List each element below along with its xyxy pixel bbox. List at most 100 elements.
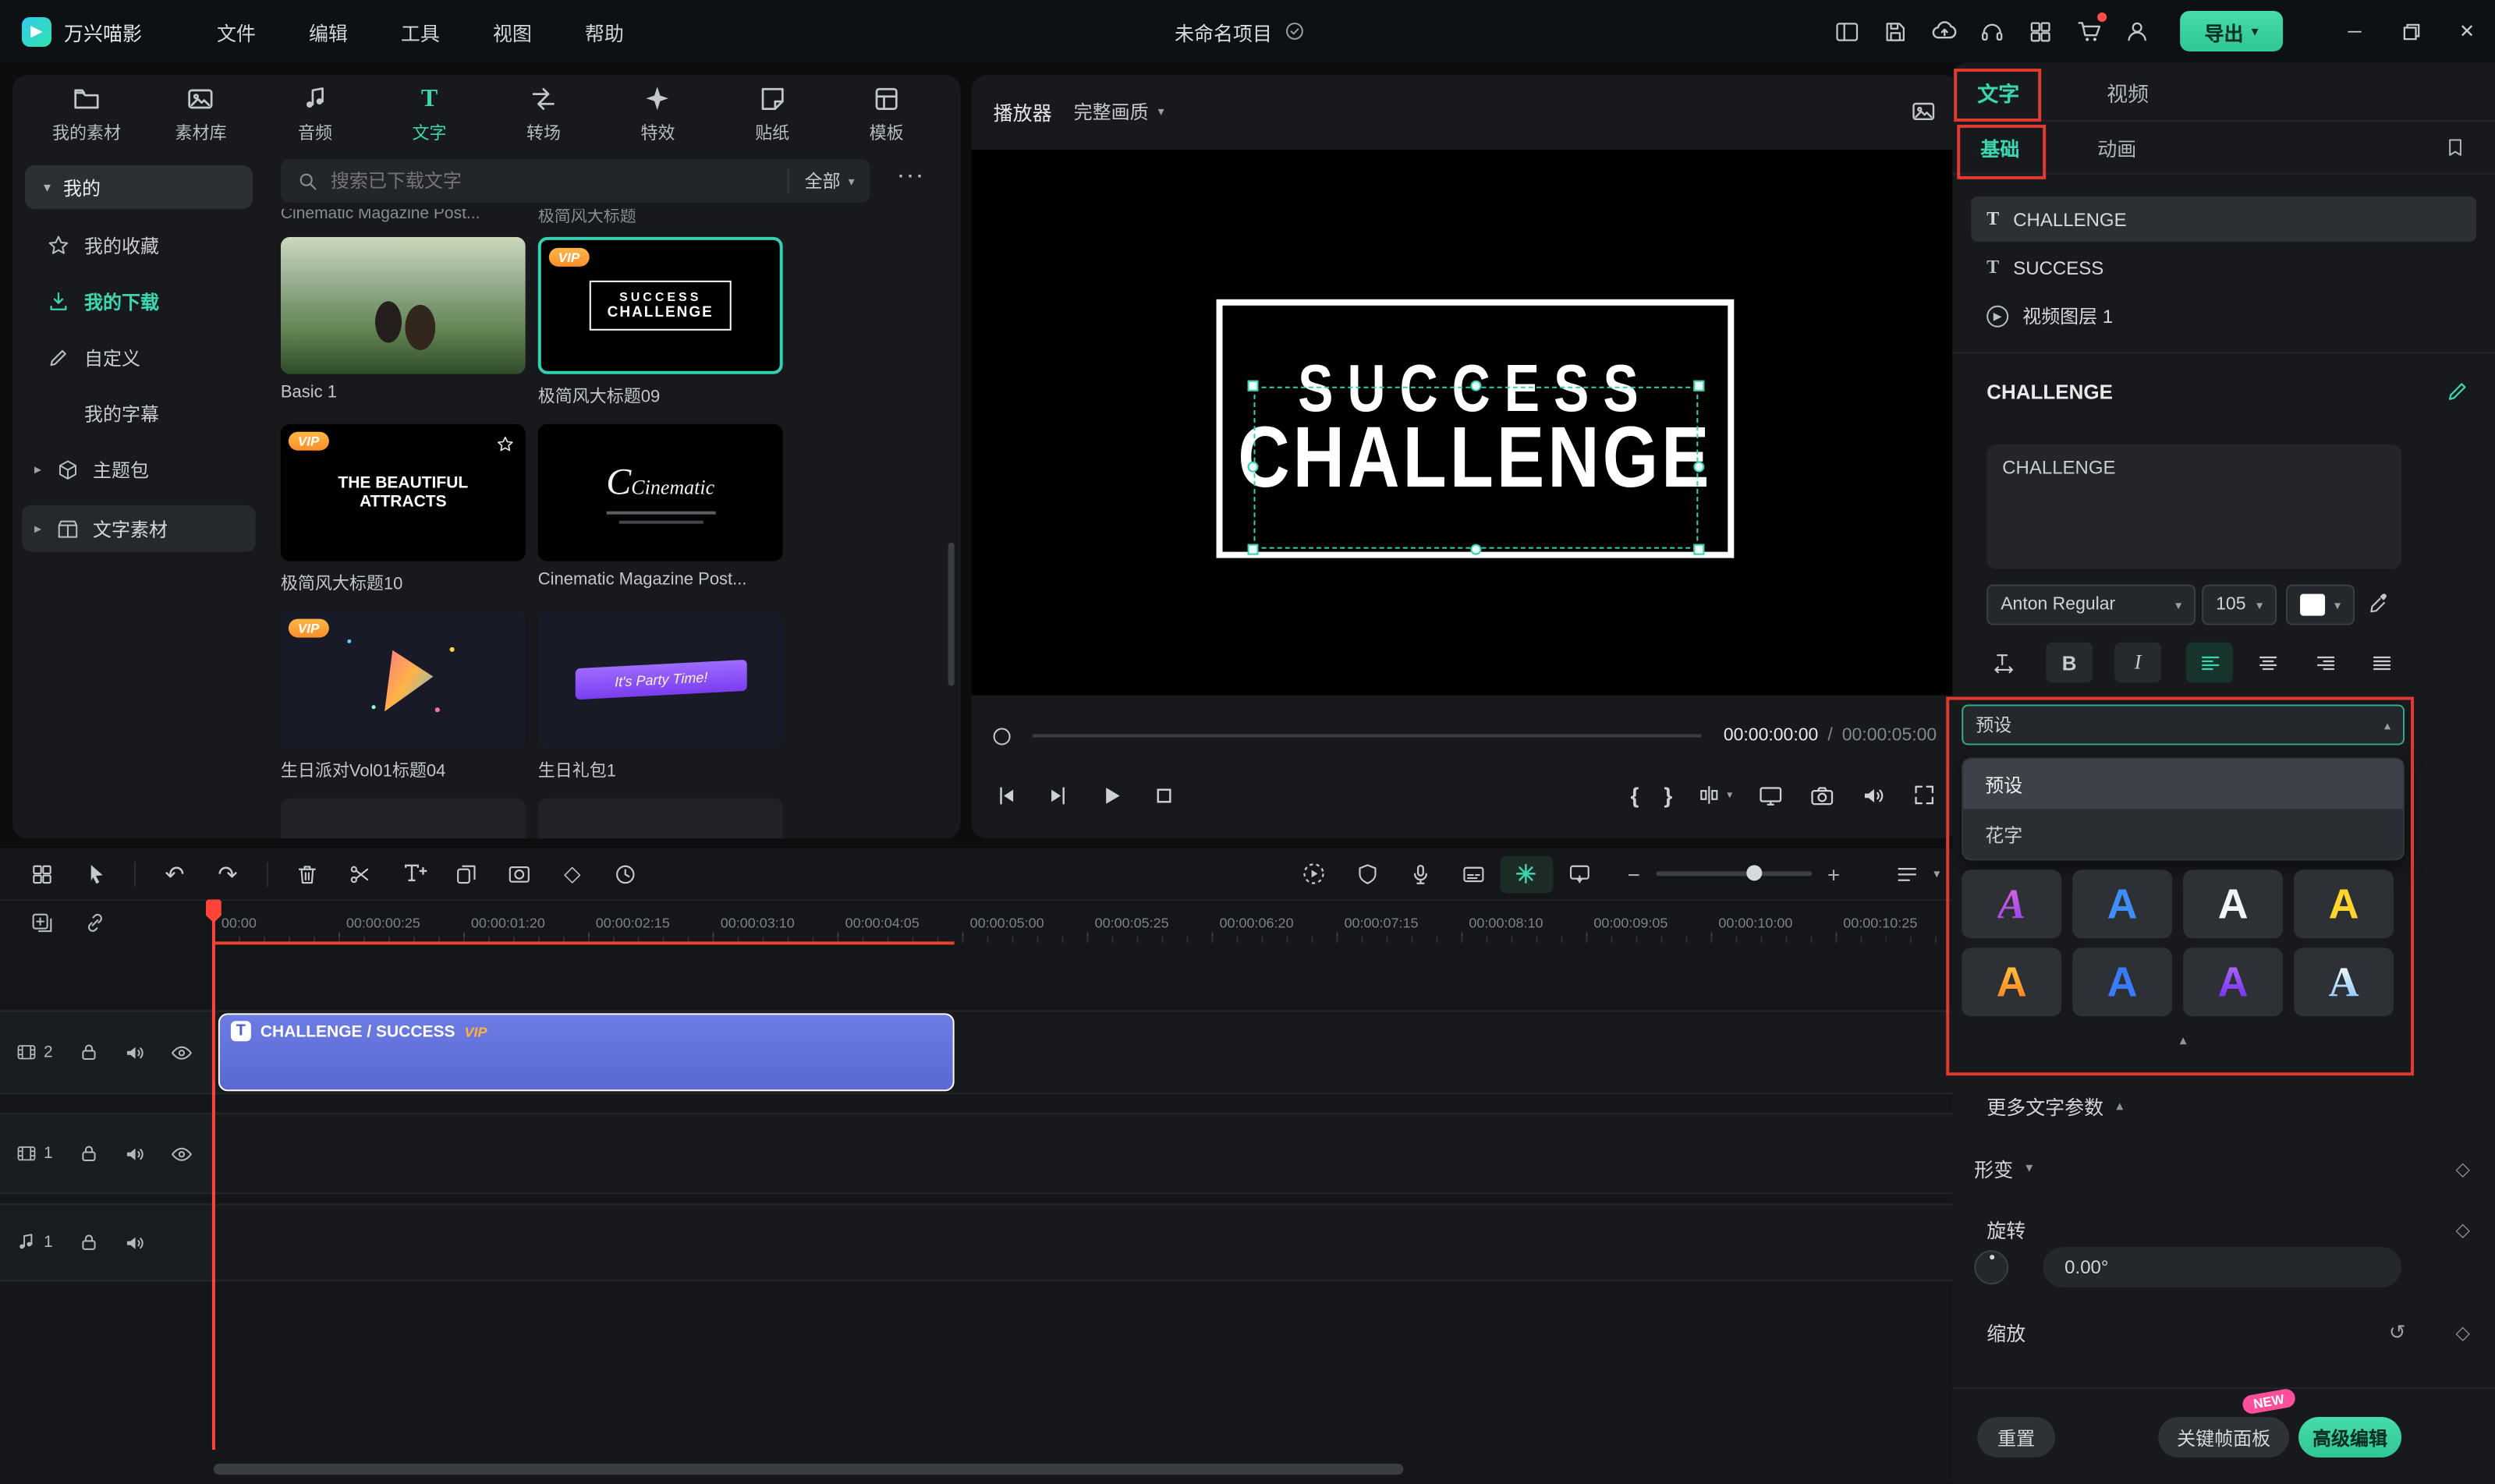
transform-keyframe-icon[interactable]: ◇ bbox=[2456, 1157, 2470, 1179]
scrubber-track[interactable] bbox=[1033, 735, 1702, 738]
sidebar-item-my-subtitles[interactable]: 我的字幕 bbox=[12, 390, 265, 437]
marker-shield-icon[interactable] bbox=[1341, 861, 1394, 886]
track-lane-video1[interactable] bbox=[214, 1113, 1962, 1194]
sidebar-item-downloads[interactable]: 我的下载 bbox=[12, 278, 265, 324]
export-dropdown-icon[interactable]: ▾ bbox=[2252, 23, 2259, 40]
display-mode-icon[interactable] bbox=[1757, 781, 1784, 808]
auto-beat-icon[interactable] bbox=[1500, 855, 1553, 892]
resize-handle-nw[interactable] bbox=[1248, 381, 1259, 391]
media-view-toggle-icon[interactable] bbox=[16, 861, 69, 886]
keyframe-diamond-icon[interactable]: ◇ bbox=[546, 860, 599, 887]
export-button[interactable]: 导出 ▾ bbox=[2180, 11, 2283, 51]
account-icon[interactable] bbox=[2113, 18, 2161, 44]
zoom-slider[interactable] bbox=[1656, 871, 1812, 876]
tab-video[interactable]: 视频 bbox=[2107, 76, 2149, 107]
rotate-value-input[interactable]: 0.00° bbox=[2043, 1247, 2401, 1287]
add-track-icon[interactable] bbox=[19, 910, 66, 935]
store-cart-icon[interactable] bbox=[2064, 17, 2113, 45]
media-item-partial[interactable] bbox=[538, 798, 783, 838]
media-tab-text[interactable]: T文字 bbox=[374, 83, 485, 144]
filter-dropdown[interactable]: 全部▾ bbox=[788, 168, 855, 193]
media-tab-templates[interactable]: 模板 bbox=[831, 83, 942, 144]
menu-file[interactable]: 文件 bbox=[217, 16, 256, 46]
menu-help[interactable]: 帮助 bbox=[585, 16, 624, 46]
next-frame-button[interactable] bbox=[1045, 781, 1072, 808]
preset-tile[interactable]: A bbox=[2183, 947, 2283, 1016]
delete-icon[interactable] bbox=[281, 861, 334, 886]
add-text-icon[interactable] bbox=[387, 860, 440, 887]
selection-bounding-box[interactable] bbox=[1254, 387, 1699, 549]
subtab-animation[interactable]: 动画 bbox=[2097, 133, 2136, 162]
layout-icon[interactable] bbox=[1823, 18, 1871, 44]
media-item-basic1[interactable] bbox=[281, 237, 526, 374]
timeline-clip-text[interactable]: T CHALLENGE / SUCCESS VIP bbox=[218, 1013, 955, 1091]
preset-dropdown[interactable]: 预设▴ bbox=[1962, 705, 2405, 746]
align-center-button[interactable] bbox=[2244, 643, 2291, 683]
reset-button[interactable]: 重置 bbox=[1977, 1417, 2055, 1457]
track-visibility-icon[interactable] bbox=[159, 1040, 206, 1064]
more-text-params-toggle[interactable]: 更多文字参数 ▴ bbox=[1986, 1091, 2123, 1121]
font-size-dropdown[interactable]: 105▾ bbox=[2202, 585, 2277, 625]
playhead-line[interactable] bbox=[212, 904, 215, 1450]
stop-button[interactable] bbox=[1151, 781, 1178, 808]
render-preview-icon[interactable] bbox=[1288, 860, 1341, 887]
media-item-title09[interactable]: VIP SUCCESS CHALLENGE bbox=[538, 237, 783, 374]
quality-dropdown[interactable]: 完整画质▾ bbox=[1074, 97, 1164, 124]
zoom-out-icon[interactable]: − bbox=[1628, 861, 1640, 886]
support-headset-icon[interactable] bbox=[1968, 18, 2016, 44]
track-manager-icon[interactable] bbox=[1880, 861, 1933, 886]
preset-tile[interactable]: A bbox=[1962, 947, 2061, 1016]
window-close-button[interactable]: ✕ bbox=[2439, 0, 2495, 62]
search-input[interactable] bbox=[331, 170, 775, 192]
align-right-button[interactable] bbox=[2302, 643, 2348, 683]
timeline-ruler[interactable]: 00:00 00:00:00:25 00:00:01:20 00:00:02:1… bbox=[0, 904, 1962, 944]
copy-icon[interactable] bbox=[440, 861, 493, 886]
select-tool-icon[interactable] bbox=[69, 862, 122, 885]
media-item-gift[interactable]: It's Party Time! bbox=[538, 611, 783, 749]
undo-icon[interactable]: ↶ bbox=[148, 859, 201, 887]
subtitle-icon[interactable] bbox=[1447, 861, 1500, 886]
preset-collapse-button[interactable]: ▴ bbox=[1962, 1029, 2405, 1050]
resize-handle-s[interactable] bbox=[1469, 544, 1480, 555]
media-tab-effects[interactable]: 特效 bbox=[603, 83, 714, 144]
layer-row-success[interactable]: T SUCCESS bbox=[1971, 245, 2476, 290]
zoom-in-icon[interactable]: + bbox=[1827, 861, 1840, 886]
media-tab-stickers[interactable]: 贴纸 bbox=[717, 83, 828, 144]
sidebar-item-favorites[interactable]: 我的收藏 bbox=[12, 221, 265, 268]
track-mute-icon[interactable] bbox=[112, 1040, 159, 1064]
mask-icon[interactable] bbox=[493, 861, 546, 886]
font-family-dropdown[interactable]: Anton Regular▾ bbox=[1986, 585, 2196, 625]
speed-clock-icon[interactable] bbox=[599, 861, 652, 886]
video-viewport[interactable]: SUCCESS CHALLENGE bbox=[972, 150, 1959, 696]
keyframe-panel-button[interactable]: 关键帧面板 bbox=[2158, 1417, 2289, 1457]
scrubber-handle[interactable] bbox=[994, 728, 1011, 745]
media-tab-audio[interactable]: 音频 bbox=[260, 83, 370, 144]
redo-icon[interactable]: ↷ bbox=[201, 859, 254, 887]
layer-row-challenge[interactable]: T CHALLENGE bbox=[1971, 197, 2476, 242]
fullscreen-icon[interactable] bbox=[1912, 782, 1937, 807]
resize-handle-ne[interactable] bbox=[1693, 381, 1704, 391]
apps-grid-icon[interactable] bbox=[2016, 18, 2064, 44]
track-visibility-icon[interactable] bbox=[159, 1142, 206, 1165]
align-justify-button[interactable] bbox=[2358, 643, 2405, 683]
italic-button[interactable]: I bbox=[2114, 643, 2161, 683]
split-button[interactable]: ▾ bbox=[1697, 782, 1732, 807]
track-lane-audio1[interactable] bbox=[214, 1203, 1962, 1281]
export-frame-icon[interactable] bbox=[1553, 861, 1606, 886]
layer-row-video[interactable]: ▶ 视频图层 1 bbox=[1971, 293, 2476, 338]
preset-tile[interactable]: A bbox=[2294, 870, 2394, 938]
link-clips-icon[interactable] bbox=[72, 910, 119, 935]
snapshot-camera-icon[interactable] bbox=[1809, 781, 1835, 808]
media-item-partial[interactable] bbox=[281, 798, 526, 838]
eyedropper-icon[interactable] bbox=[2367, 591, 2392, 616]
preset-tile[interactable]: A bbox=[2072, 870, 2172, 938]
record-mic-icon[interactable] bbox=[1394, 861, 1447, 886]
align-left-button[interactable] bbox=[2186, 643, 2233, 683]
media-tab-stock[interactable]: 素材库 bbox=[146, 83, 257, 144]
chevron-down-icon[interactable]: ▾ bbox=[1933, 866, 1940, 880]
scale-keyframe-icon[interactable]: ◇ bbox=[2456, 1321, 2470, 1343]
media-scrollbar[interactable] bbox=[948, 543, 955, 686]
timeline-scrollbar[interactable] bbox=[214, 1464, 1404, 1475]
media-item-cinematic[interactable]: CCinematic bbox=[538, 424, 783, 561]
resize-handle-n[interactable] bbox=[1469, 381, 1480, 391]
